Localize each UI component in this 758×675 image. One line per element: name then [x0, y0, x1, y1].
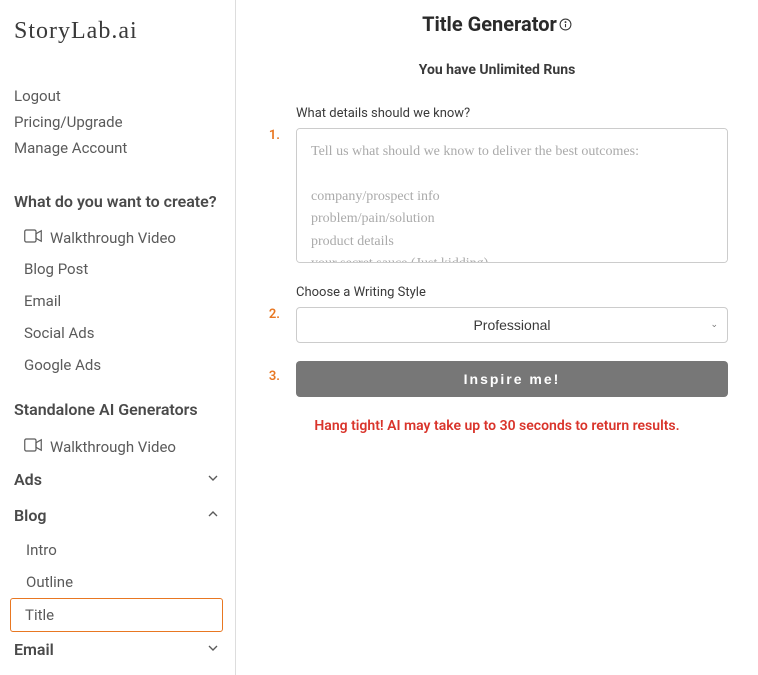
walkthrough-label: Walkthrough Video	[50, 229, 176, 247]
group-email[interactable]: Email	[0, 632, 235, 668]
chevron-up-icon	[205, 506, 221, 526]
logout-link[interactable]: Logout	[14, 83, 221, 109]
group-ads-label: Ads	[14, 470, 42, 489]
page-title-row: Title Generator	[266, 12, 728, 36]
blog-title[interactable]: Title	[10, 598, 223, 632]
sidebar: StoryLab.ai Logout Pricing/Upgrade Manag…	[0, 0, 236, 675]
group-ads[interactable]: Ads	[0, 462, 235, 498]
runs-label: You have Unlimited Runs	[266, 62, 728, 78]
standalone-heading: Standalone AI Generators	[14, 399, 221, 421]
main-content: Title Generator You have Unlimited Runs …	[236, 0, 758, 675]
form-row-button: 3. Inspire me!	[266, 361, 728, 397]
walkthrough-video-standalone[interactable]: Walkthrough Video	[14, 432, 221, 462]
walkthrough-video-create[interactable]: Walkthrough Video	[14, 223, 221, 253]
group-email-label: Email	[14, 640, 54, 659]
walkthrough-label: Walkthrough Video	[50, 438, 176, 456]
blog-outline[interactable]: Outline	[24, 566, 221, 598]
step-3: 3.	[266, 361, 280, 384]
blog-subitems: Intro Outline Title	[14, 534, 221, 632]
account-links: Logout Pricing/Upgrade Manage Account	[14, 83, 221, 161]
group-blog[interactable]: Blog	[0, 498, 235, 534]
create-heading: What do you want to create?	[14, 191, 221, 213]
camera-icon	[24, 438, 42, 456]
nav-blog-post[interactable]: Blog Post	[14, 253, 221, 285]
chevron-down-icon	[205, 640, 221, 660]
nav-social-ads[interactable]: Social Ads	[14, 317, 221, 349]
form-row-style: 2. Choose a Writing Style Professional ⌄	[266, 285, 728, 343]
step-2: 2.	[266, 285, 280, 322]
camera-icon	[24, 229, 42, 247]
nav-google-ads[interactable]: Google Ads	[14, 349, 221, 381]
info-icon[interactable]	[559, 12, 572, 36]
inspire-button[interactable]: Inspire me!	[296, 361, 728, 397]
style-label: Choose a Writing Style	[296, 285, 728, 300]
group-blog-label: Blog	[14, 506, 46, 525]
blog-intro[interactable]: Intro	[24, 534, 221, 566]
details-label: What details should we know?	[296, 106, 728, 121]
page-title: Title Generator	[422, 12, 557, 36]
form-row-details: 1. What details should we know?	[266, 106, 728, 267]
style-select[interactable]: Professional	[296, 307, 728, 343]
wait-message: Hang tight! AI may take up to 30 seconds…	[266, 415, 728, 437]
manage-account-link[interactable]: Manage Account	[14, 135, 221, 161]
pricing-link[interactable]: Pricing/Upgrade	[14, 109, 221, 135]
logo: StoryLab.ai	[14, 18, 221, 45]
details-input[interactable]	[296, 128, 728, 263]
nav-email[interactable]: Email	[14, 285, 221, 317]
chevron-down-icon	[205, 470, 221, 490]
step-1: 1.	[266, 106, 280, 143]
